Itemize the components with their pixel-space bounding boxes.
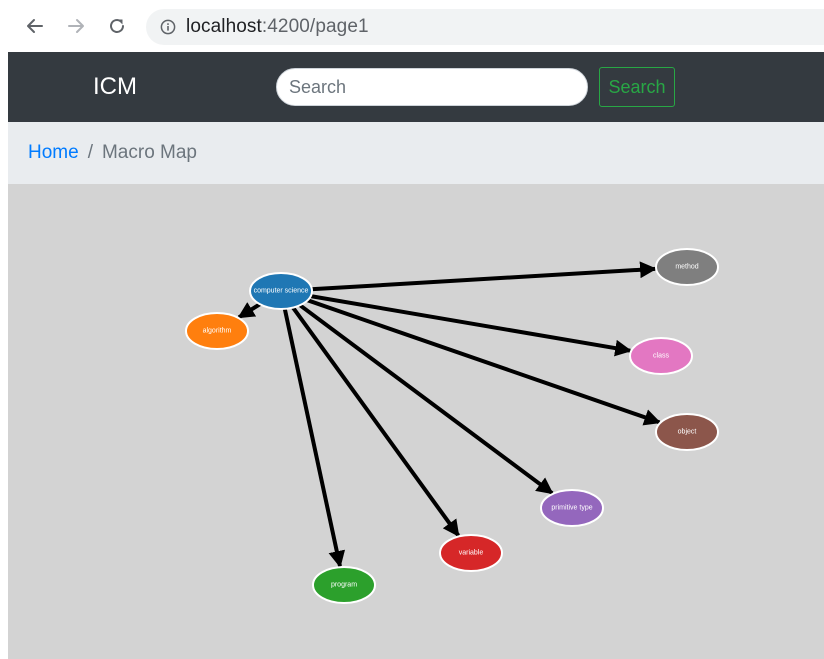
node-algorithm[interactable]: algorithm — [185, 312, 249, 350]
url-host: localhost — [186, 16, 262, 37]
breadcrumb-home-link[interactable]: Home — [28, 142, 79, 164]
edges-layer — [237, 261, 662, 568]
search-input[interactable] — [276, 68, 588, 106]
node-label-computer-science: computer science — [254, 288, 309, 295]
node-label-method: method — [675, 264, 698, 271]
node-label-object: object — [678, 429, 697, 436]
macro-map-graph: computer science algorithm method class obje… — [185, 248, 719, 604]
edge-computer-science-to-variable — [290, 304, 461, 537]
node-label-primitive-type: primitive type — [551, 505, 592, 512]
edge-computer-science-to-class — [307, 293, 632, 357]
arrow-right-icon — [68, 19, 84, 33]
node-computer-science[interactable]: computer science — [249, 272, 313, 310]
url-text: localhost:4200/page1 — [186, 16, 369, 38]
edge-computer-science-to-object — [304, 297, 662, 426]
back-button[interactable] — [22, 13, 48, 39]
forward-button[interactable] — [63, 13, 89, 39]
edge-computer-science-to-method — [308, 261, 657, 292]
navbar: ICM Search — [8, 52, 824, 122]
browser-toolbar: localhost:4200/page1 — [0, 0, 824, 52]
node-label-algorithm: algorithm — [203, 328, 232, 335]
edge-computer-science-to-program — [282, 306, 346, 568]
node-class[interactable]: class — [629, 337, 693, 375]
brand-logo[interactable]: ICM — [93, 72, 137, 102]
breadcrumb: Home / Macro Map — [8, 122, 824, 184]
reload-button[interactable] — [104, 13, 130, 39]
node-primitive-type[interactable]: primitive type — [540, 489, 604, 527]
url-path: :4200/page1 — [261, 16, 369, 37]
reload-icon — [110, 18, 124, 33]
info-icon[interactable] — [160, 19, 176, 35]
arrow-left-icon — [27, 19, 43, 33]
address-bar[interactable]: localhost:4200/page1 — [146, 9, 824, 45]
macro-map: computer science algorithm method class obje… — [8, 184, 824, 659]
node-object[interactable]: object — [655, 413, 719, 451]
node-label-program: program — [331, 582, 357, 589]
nodes-layer: computer science algorithm method class obje… — [185, 248, 719, 604]
node-program[interactable]: program — [312, 566, 376, 604]
search-button[interactable]: Search — [599, 67, 675, 107]
app-frame: ICM Search Home / Macro Map computer sci… — [8, 52, 824, 659]
breadcrumb-current: Macro Map — [101, 142, 197, 163]
node-label-variable: variable — [459, 550, 484, 557]
edge-computer-science-to-algorithm — [237, 301, 264, 319]
node-label-class: class — [653, 353, 669, 360]
breadcrumb-separator: / — [87, 142, 93, 163]
node-method[interactable]: method — [655, 248, 719, 286]
node-variable[interactable]: variable — [439, 534, 503, 572]
